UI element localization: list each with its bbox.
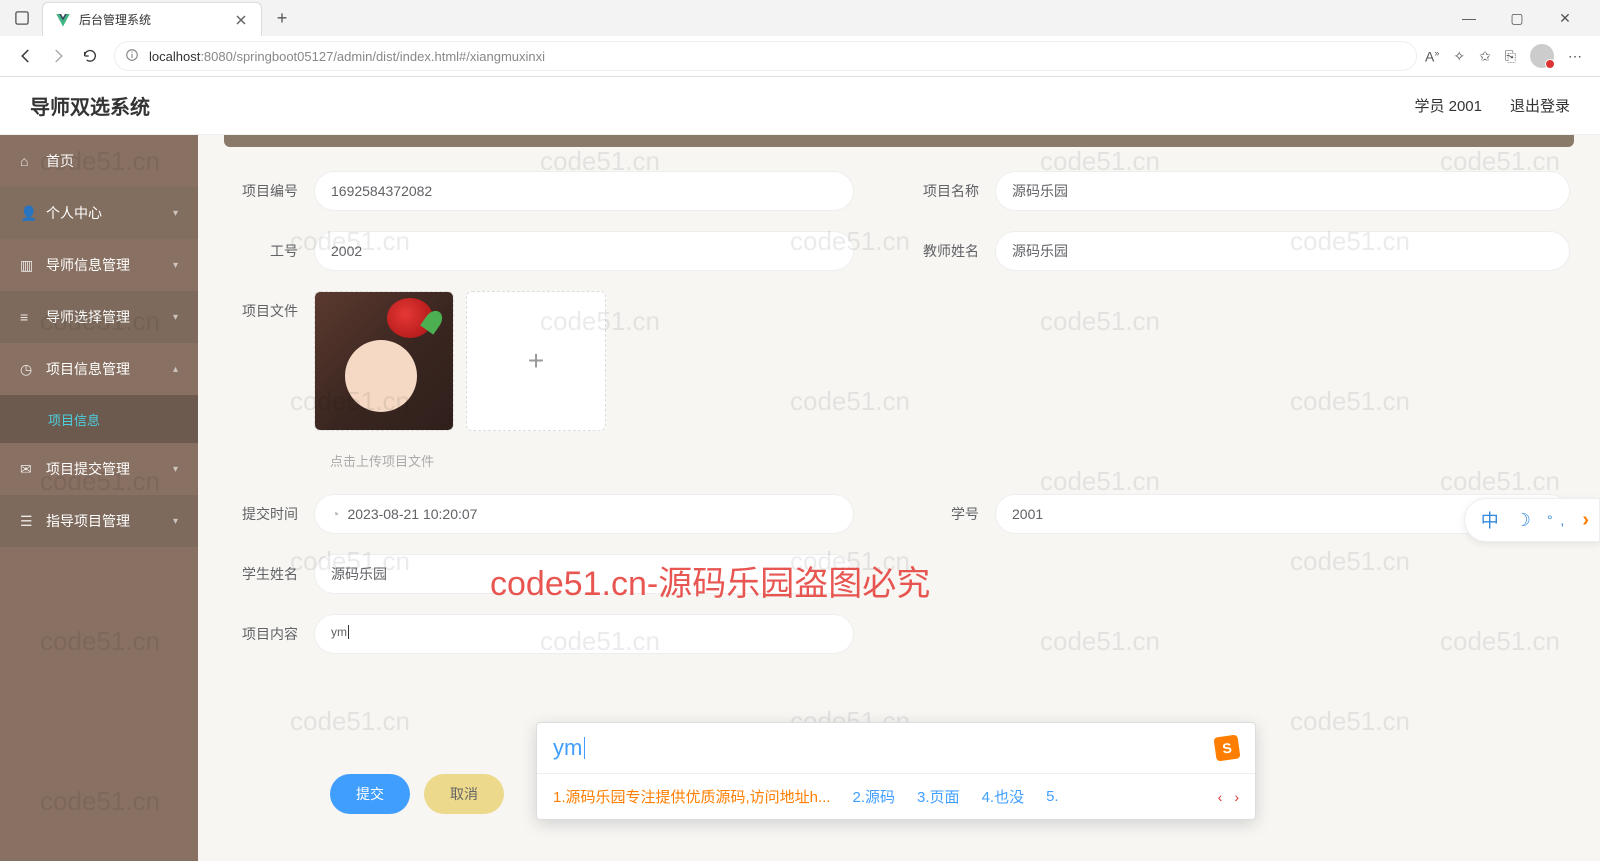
- sidebar-item-tutor-select[interactable]: ≡ 导师选择管理 ▾: [0, 291, 198, 343]
- ime-candidate[interactable]: 2.源码: [853, 786, 896, 807]
- chevron-down-icon: ▾: [173, 260, 178, 271]
- sogou-logo-icon: S: [1213, 734, 1240, 761]
- tab-close-icon[interactable]: [233, 12, 249, 28]
- forward-button[interactable]: [42, 40, 74, 72]
- clock-icon: ◔: [331, 506, 339, 522]
- field-label: 项目编号: [218, 171, 314, 211]
- translate-icon[interactable]: ✧: [1453, 48, 1465, 65]
- job-no-input[interactable]: 2002: [314, 231, 854, 271]
- moon-icon[interactable]: ☽: [1515, 510, 1531, 531]
- submit-time-input[interactable]: ◔ 2023-08-21 10:20:07: [314, 494, 854, 534]
- field-label: 提交时间: [218, 494, 314, 534]
- address-bar: localhost:8080/springboot05127/admin/dis…: [0, 36, 1600, 76]
- submit-icon: ✉: [20, 461, 36, 478]
- ime-candidate[interactable]: 5.: [1046, 788, 1059, 805]
- window-controls: — ▢ ✕: [1454, 10, 1592, 27]
- new-tab-button[interactable]: +: [268, 4, 296, 32]
- comma-icon[interactable]: ° ,: [1547, 512, 1566, 528]
- field-label: 项目名称: [899, 171, 995, 211]
- upload-hint: 点击上传项目文件: [330, 451, 1580, 470]
- minimize-button[interactable]: —: [1454, 10, 1484, 27]
- favorite-icon[interactable]: ✩: [1479, 48, 1491, 65]
- field-label: 学生姓名: [218, 554, 314, 594]
- logout-link[interactable]: 退出登录: [1510, 95, 1570, 116]
- expand-arrow-icon[interactable]: ›: [1582, 509, 1589, 532]
- chevron-down-icon: ▾: [173, 208, 178, 219]
- select-icon: ≡: [20, 309, 36, 325]
- user-label[interactable]: 学员 2001: [1414, 95, 1482, 116]
- sidebar-item-label: 项目提交管理: [46, 459, 130, 479]
- ime-next-page[interactable]: ›: [1234, 789, 1239, 805]
- sidebar-item-tutor-info[interactable]: ▥ 导师信息管理 ▾: [0, 239, 198, 291]
- site-info-icon[interactable]: [125, 48, 139, 65]
- sidebar-item-home[interactable]: ⌂ 首页: [0, 135, 198, 187]
- project-name-input[interactable]: 源码乐园: [995, 171, 1570, 211]
- project-no-input[interactable]: 1692584372082: [314, 171, 854, 211]
- sidebar-item-label: 导师信息管理: [46, 255, 130, 275]
- ime-candidate[interactable]: 1.源码乐园专注提供优质源码,访问地址h...: [553, 786, 831, 807]
- sidebar-item-label: 指导项目管理: [46, 511, 130, 531]
- guide-icon: ☰: [20, 513, 36, 530]
- field-label: 工号: [218, 231, 314, 271]
- sidebar-item-guide-project[interactable]: ☰ 指导项目管理 ▾: [0, 495, 198, 547]
- ime-candidate[interactable]: 4.也没: [982, 786, 1025, 807]
- tab-title: 后台管理系统: [79, 11, 225, 28]
- upload-add-button[interactable]: +: [466, 291, 606, 431]
- url-text: localhost:8080/springboot05127/admin/dis…: [149, 49, 545, 64]
- student-name-input[interactable]: 源码乐园: [314, 554, 854, 594]
- ime-composition: ym: [553, 735, 582, 761]
- project-content-textarea[interactable]: ym: [314, 614, 854, 654]
- ime-candidate-box: ym S 1.源码乐园专注提供优质源码,访问地址h... 2.源码 3.页面 4…: [536, 722, 1256, 820]
- cancel-button[interactable]: 取消: [424, 774, 504, 814]
- sidebar-item-label: 项目信息管理: [46, 359, 130, 379]
- ime-candidate[interactable]: 3.页面: [917, 786, 960, 807]
- sidebar-item-project-submit[interactable]: ✉ 项目提交管理 ▾: [0, 443, 198, 495]
- sidebar-item-label: 导师选择管理: [46, 307, 130, 327]
- content-band: [224, 135, 1574, 147]
- profile-avatar[interactable]: [1530, 44, 1554, 68]
- tabs-overview-icon[interactable]: [8, 4, 36, 32]
- more-icon[interactable]: ⋯: [1568, 48, 1582, 65]
- side-float-panel[interactable]: 中 ☽ ° , ›: [1464, 498, 1600, 542]
- back-button[interactable]: [10, 40, 42, 72]
- user-icon: 👤: [20, 205, 36, 222]
- sidebar-subitem-label: 项目信息: [48, 410, 100, 429]
- sidebar-item-project-info[interactable]: ◷ 项目信息管理 ▴: [0, 343, 198, 395]
- field-label: 教师姓名: [899, 231, 995, 271]
- home-icon: ⌂: [20, 153, 36, 169]
- app-header: 导师双选系统 学员 2001 退出登录: [0, 77, 1600, 135]
- chevron-down-icon: ▾: [173, 464, 178, 475]
- upload-thumbnail[interactable]: [314, 291, 454, 431]
- browser-tab[interactable]: 后台管理系统: [42, 2, 262, 36]
- ime-prev-page[interactable]: ‹: [1218, 789, 1223, 805]
- sidebar: ⌂ 首页 👤 个人中心 ▾ ▥ 导师信息管理 ▾ ≡ 导师选择管理 ▾ ◷ 项目…: [0, 135, 198, 861]
- maximize-button[interactable]: ▢: [1502, 10, 1532, 27]
- submit-button[interactable]: 提交: [330, 774, 410, 814]
- field-label: 项目文件: [218, 291, 314, 331]
- browser-tab-bar: 后台管理系统 + — ▢ ✕: [0, 0, 1600, 36]
- teacher-name-input[interactable]: 源码乐园: [995, 231, 1570, 271]
- close-window-button[interactable]: ✕: [1550, 10, 1580, 27]
- vue-favicon-icon: [55, 12, 71, 28]
- collections-icon[interactable]: ⎘: [1505, 48, 1516, 65]
- app-title: 导师双选系统: [30, 91, 150, 120]
- project-icon: ◷: [20, 361, 36, 378]
- chevron-up-icon: ▴: [173, 364, 178, 375]
- sidebar-item-personal[interactable]: 👤 个人中心 ▾: [0, 187, 198, 239]
- url-field[interactable]: localhost:8080/springboot05127/admin/dis…: [114, 41, 1417, 71]
- sidebar-item-label: 首页: [46, 151, 74, 171]
- field-label: 学号: [899, 494, 995, 534]
- list-icon: ▥: [20, 257, 36, 274]
- read-aloud-icon[interactable]: A»: [1425, 48, 1439, 65]
- field-label: 项目内容: [218, 614, 314, 654]
- sidebar-subitem-project-info[interactable]: 项目信息: [0, 395, 198, 443]
- sidebar-item-label: 个人中心: [46, 203, 102, 223]
- lang-icon[interactable]: 中: [1481, 507, 1499, 533]
- chevron-down-icon: ▾: [173, 312, 178, 323]
- refresh-button[interactable]: [74, 40, 106, 72]
- chevron-down-icon: ▾: [173, 516, 178, 527]
